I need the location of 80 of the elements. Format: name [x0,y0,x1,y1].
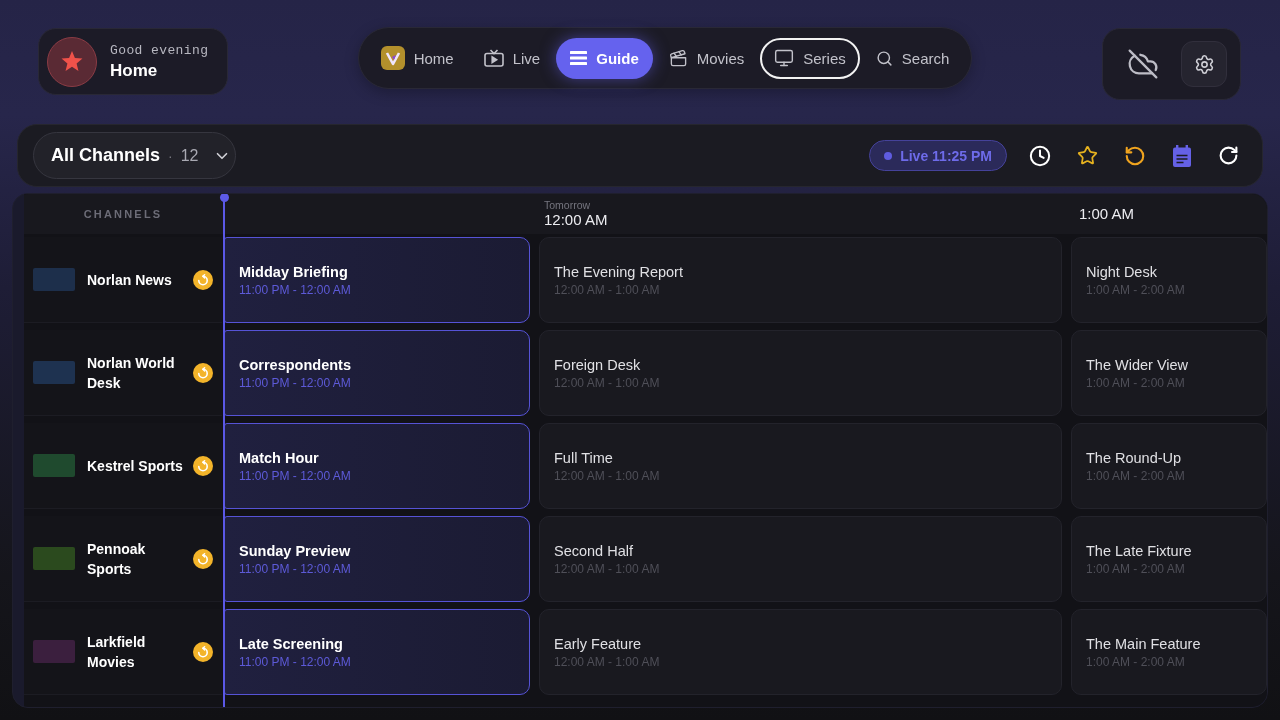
program-title: Match Hour [239,448,320,467]
nav-tab[interactable]: Home [366,37,468,79]
program-cell[interactable]: The Wider View 1:00 AM - 2:00 AM [1071,330,1267,416]
program-time: 12:00 AM - 1:00 AM [554,468,661,484]
program-cell[interactable]: The Round-Up 1:00 AM - 2:00 AM [1071,423,1267,509]
clapperboard-icon [668,48,688,68]
program-cell[interactable]: Sunday Preview 11:00 PM - 12:00 AM [224,516,530,602]
program-title: The Main Feature [1086,634,1202,653]
program-title: Late Screening [239,634,344,653]
program-time: 11:00 PM - 12:00 AM [239,375,352,391]
program-cell[interactable]: The Main Feature 1:00 AM - 2:00 AM [1071,609,1267,695]
program-time: 12:00 AM - 1:00 AM [554,282,661,298]
channel-name: Norlan News [87,270,173,290]
program-title: Early Feature [554,634,643,653]
app-logo-icon [380,46,405,70]
profile-name: Home [110,60,159,81]
nav-tab[interactable]: Live [469,37,555,79]
program-time: 11:00 PM - 12:00 AM [239,282,352,298]
channel-name: Kestrel Sports [87,456,184,476]
program-title: The Round-Up [1086,448,1183,467]
program-time: 1:00 AM - 2:00 AM [1086,468,1186,484]
program-title: The Evening Report [554,262,684,281]
channel-name: Larkfield Movies [87,632,147,672]
program-cell[interactable]: Midday Briefing 11:00 PM - 12:00 AM [224,237,530,323]
program-cell[interactable]: Late Screening 11:00 PM - 12:00 AM [224,609,530,695]
program-title: The Wider View [1086,355,1190,374]
refresh-icon[interactable] [1218,145,1239,166]
program-title: Midday Briefing [239,262,349,281]
channel-name: Norlan World Desk [87,353,176,393]
program-title: Full Time [554,448,614,467]
program-time: 12:00 AM - 1:00 AM [554,375,661,391]
live-time-text: Live 11:25 PM [900,147,992,164]
program-time: 1:00 AM - 2:00 AM [1086,282,1186,298]
program-title: The Late Fixture [1086,541,1193,560]
program-time: 11:00 PM - 12:00 AM [239,561,352,577]
program-cell[interactable]: Second Half 12:00 AM - 1:00 AM [539,516,1062,602]
program-cell[interactable]: Full Time 12:00 AM - 1:00 AM [539,423,1062,509]
time-label: 12:00 AM [544,211,609,229]
tv-icon [483,49,504,67]
search-icon [875,49,893,67]
program-cell[interactable]: Early Feature 12:00 AM - 1:00 AM [539,609,1062,695]
time-label: 1:00 AM [1079,205,1136,223]
settings-button[interactable] [1181,41,1227,87]
program-title: Second Half [554,541,634,560]
star-avatar-icon [47,36,97,87]
program-cell[interactable]: Night Desk 1:00 AM - 2:00 AM [1071,237,1267,323]
program-time: 11:00 PM - 12:00 AM [239,468,352,484]
program-cell[interactable]: Foreign Desk 12:00 AM - 1:00 AM [539,330,1062,416]
program-time: 1:00 AM - 2:00 AM [1086,375,1186,391]
program-title: Foreign Desk [554,355,642,374]
nav-tab[interactable]: Guide [556,37,653,79]
program-cell[interactable]: Match Hour 11:00 PM - 12:00 AM [224,423,530,509]
list-icon [570,51,588,65]
program-title: Correspondents [239,355,352,374]
monitor-icon [774,48,795,68]
program-time: 1:00 AM - 2:00 AM [1086,561,1186,577]
star-icon[interactable] [1077,145,1098,166]
nav-tab[interactable]: Movies [654,37,759,79]
program-time: 1:00 AM - 2:00 AM [1086,654,1186,670]
program-title: Sunday Preview [239,541,352,560]
program-title: Night Desk [1086,262,1158,281]
channel-filter-dropdown[interactable]: All Channels · 12 [33,132,236,179]
replay-icon[interactable] [1124,144,1146,167]
settings-icon [1193,53,1215,75]
program-time: 11:00 PM - 12:00 AM [239,654,352,670]
cloud-off-icon[interactable] [1127,48,1159,80]
nav-tab[interactable]: Search [861,37,964,79]
program-time: 12:00 AM - 1:00 AM [554,654,661,670]
clock-icon[interactable] [1029,144,1051,167]
nav-tab[interactable]: Series [760,37,860,79]
column-header: CHANNELS [83,208,163,220]
channel-name: Pennoak Sports [87,539,147,579]
program-cell[interactable]: The Evening Report 12:00 AM - 1:00 AM [539,237,1062,323]
program-cell[interactable]: Correspondents 11:00 PM - 12:00 AM [224,330,530,416]
program-time: 12:00 AM - 1:00 AM [554,561,661,577]
greeting-text: Good evening [110,42,209,60]
day-label: Tomorrow [544,199,592,211]
calendar-icon[interactable] [1172,144,1192,167]
dot-icon [884,151,893,160]
program-cell[interactable]: The Late Fixture 1:00 AM - 2:00 AM [1071,516,1267,602]
